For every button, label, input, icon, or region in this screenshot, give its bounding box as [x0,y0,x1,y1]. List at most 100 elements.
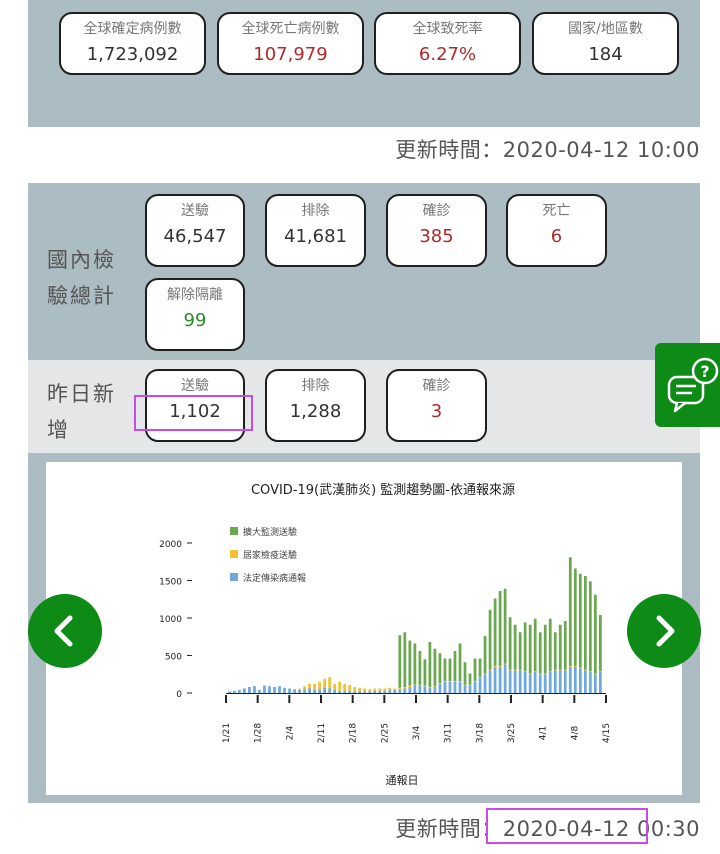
x-axis: 1/21 1/28 2/4 2/11 2/18 2/25 3/4 3/11 3/18 3/25 4/… [222,693,612,743]
chart-prev-button[interactable] [28,594,102,668]
bar-segment [313,690,316,693]
chat-help-button[interactable]: ? [655,343,720,427]
bar-segment [423,686,427,693]
bar-segment [543,674,547,693]
card-label: 確診 [422,378,451,394]
domestic-released-card: 解除隔離 99 [145,278,245,351]
bar-segment [438,683,442,684]
bar-segment [328,688,332,693]
bar-segment [263,685,266,693]
bar-segment [488,669,492,671]
card-value: 3 [430,401,443,422]
x-tick-label: 3/11 [444,723,454,743]
bar-segment [378,688,382,691]
bar-segment [518,670,522,693]
chevron-right-icon [656,615,675,647]
bar-segment [413,643,417,685]
card-value: 6.27% [418,44,477,65]
bar-segment [448,681,452,693]
chart-container: COVID-19(武漢肺炎) 監測趨勢圖-依通報來源 擴大監測送驗 居家檢疫送驗法… [46,462,682,795]
bar-segment [543,624,547,674]
bar-segment [433,648,437,687]
bar-segment [348,690,352,693]
bar-segment [403,688,407,693]
domestic-deaths-card: 死亡 6 [506,194,607,267]
bar-segment [563,670,567,693]
bar-segment [598,671,602,672]
bar-segment [493,666,497,667]
bar-segment [478,658,482,678]
bar-segment [418,685,422,693]
card-label: 全球死亡病例數 [241,21,340,37]
bar-segment [453,681,457,682]
bar-segment [388,690,392,693]
bar-segment [298,688,301,690]
bar-segment [583,669,587,671]
bar-segment [523,622,527,672]
bar-segment [578,573,582,668]
bar-segment [533,671,537,672]
bar-segment [318,689,321,693]
card-label: 確診 [422,203,451,219]
bar-segment [463,685,467,693]
bar-segment [343,684,347,692]
card-label: 國家/地區數 [568,21,643,37]
card-label: 全球致死率 [412,21,483,37]
bar-segment [333,684,337,690]
card-value: 41,681 [284,226,347,247]
bar-segment [238,690,241,693]
yesterday-label: 昨日新 增 [47,376,116,448]
bar-segment [383,688,387,691]
bar-segment [588,671,592,672]
svg-text:?: ? [700,362,709,381]
bar-segment [578,668,582,693]
bar-segment [428,642,432,687]
y-axis: 0 500 1000 1500 2000 [159,540,192,700]
bar-segment [593,673,597,675]
label-line: 驗總計 [47,284,116,308]
x-tick-label: 4/1 [539,726,549,740]
bar-segment [478,678,482,693]
chat-help-icon: ? [667,357,719,413]
bar-segment [413,685,417,693]
yesterday-excluded-card: 排除 1,288 [265,369,366,442]
bar-segment [533,672,537,693]
bar-segment [373,690,377,693]
card-value: 1,723,092 [86,44,179,65]
bar-segment [273,687,276,693]
bar-segment [368,689,372,692]
x-tick-label: 2/25 [380,723,390,743]
y-tick-label: 2000 [159,540,182,550]
global-updated-time: 更新時間：2020-04-12 10:00 [395,138,700,162]
highlight-box [486,808,648,844]
bar-segment [438,653,442,684]
bar-segment [243,688,246,693]
bar-segment [388,687,392,690]
bar-segment [503,663,507,665]
bar-segment [453,681,457,693]
bar-segment [348,684,352,691]
bar-segment [458,681,462,682]
bar-segment [333,690,337,693]
card-label: 排除 [301,378,330,394]
bar-segment [468,684,472,686]
bar-segment [358,690,362,693]
bar-segment [403,632,407,687]
card-value: 1,288 [289,401,342,422]
label-line: 增 [47,418,70,442]
chart-next-button[interactable] [627,594,701,668]
bar-segment [338,690,342,693]
bar-segment [518,669,522,671]
bar-segment [548,671,552,672]
chevron-left-icon [54,615,73,647]
bar-segment [493,598,497,666]
bar-segment [293,689,296,693]
bar-segment [533,618,537,672]
bar-segment [433,687,437,693]
bar-segment [408,687,412,693]
bar-segment [413,684,417,686]
bar-segment [443,681,447,682]
bar-segment [278,686,281,693]
x-tick-label: 4/15 [602,723,612,743]
bar-segment [308,684,311,689]
